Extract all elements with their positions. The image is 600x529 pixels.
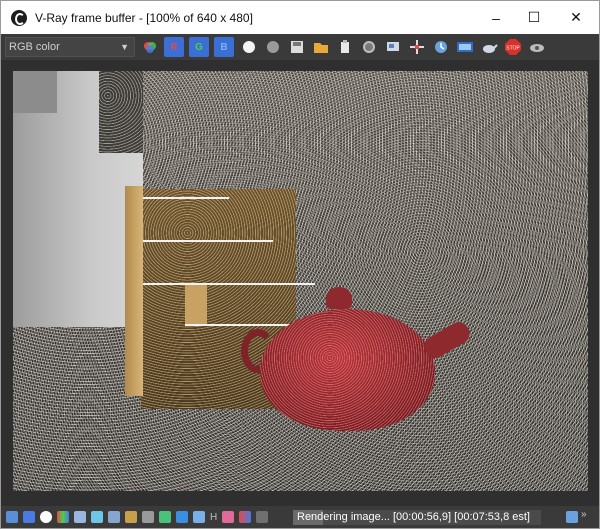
ab-compare-icon[interactable] <box>222 511 235 523</box>
white-circle-icon[interactable] <box>240 38 258 56</box>
color-wheel-icon[interactable] <box>141 38 159 56</box>
color-correction-icon[interactable] <box>57 511 69 523</box>
render-box-front <box>185 285 207 325</box>
gamma-icon[interactable] <box>176 511 188 523</box>
region-icon[interactable] <box>384 38 402 56</box>
render-teapot <box>260 309 435 431</box>
render-line <box>143 240 273 242</box>
render-line <box>143 197 229 199</box>
lut-icon[interactable] <box>159 511 171 523</box>
render-teapot-lid <box>326 287 352 309</box>
curves-icon[interactable] <box>91 511 103 523</box>
teapot-icon[interactable] <box>480 38 498 56</box>
lens-icon[interactable] <box>360 38 378 56</box>
render-wall-cut <box>99 71 143 153</box>
display-icon[interactable] <box>6 511 18 523</box>
chevron-down-icon[interactable]: » <box>581 509 587 520</box>
status-bar: H Rendering image... [00:00:56,9] [00:07… <box>1 506 599 528</box>
render-wall-top <box>13 71 57 113</box>
render-progress-bar: Rendering image... [00:00:56,9] [00:07:5… <box>293 510 541 525</box>
globe-icon[interactable] <box>23 511 35 523</box>
panel-toggle-icon[interactable] <box>566 511 578 523</box>
save-icon[interactable] <box>288 38 306 56</box>
stop-icon[interactable]: STOP <box>504 38 522 56</box>
exposure-icon[interactable] <box>125 511 137 523</box>
history-icon[interactable] <box>432 38 450 56</box>
title-bar: V-Ray frame buffer - [100% of 640 x 480]… <box>1 1 599 34</box>
render-viewport[interactable] <box>13 71 588 491</box>
window-title: V-Ray frame buffer - [100% of 640 x 480] <box>35 10 253 25</box>
clear-icon[interactable] <box>336 38 354 56</box>
vfb-icon[interactable] <box>456 38 474 56</box>
pan-icon[interactable] <box>408 38 426 56</box>
channel-select-value: RGB color <box>9 41 60 53</box>
levels-icon[interactable] <box>74 511 86 523</box>
chevron-down-icon: ▼ <box>120 42 129 52</box>
vray-logo-icon <box>11 9 27 26</box>
toolbar: RGB color ▼ R G B STOP <box>1 34 599 60</box>
blue-channel-button[interactable]: B <box>214 37 234 57</box>
info-icon[interactable] <box>40 511 52 523</box>
close-button[interactable]: ✕ <box>553 1 599 34</box>
lens-effects-icon[interactable] <box>142 511 154 523</box>
render-teapot-spout <box>420 318 474 362</box>
render-line <box>143 283 315 285</box>
status-text: Rendering image... [00:00:56,9] [00:07:5… <box>297 511 530 523</box>
compare-icon[interactable] <box>193 511 205 523</box>
stop-label: STOP <box>506 46 520 52</box>
gray-circle-icon[interactable] <box>264 38 282 56</box>
histogram-icon[interactable] <box>108 511 120 523</box>
channel-select[interactable]: RGB color ▼ <box>5 37 135 57</box>
render-plank <box>125 186 143 396</box>
h-label[interactable]: H <box>210 512 217 523</box>
maximize-button[interactable]: ☐ <box>511 1 557 34</box>
stamp-icon[interactable] <box>256 511 269 523</box>
vfb-window: V-Ray frame buffer - [100% of 640 x 480]… <box>0 0 600 529</box>
red-channel-button[interactable]: R <box>164 37 184 57</box>
settings-icon[interactable] <box>528 38 546 56</box>
green-channel-button[interactable]: G <box>189 37 209 57</box>
ab-split-icon[interactable] <box>239 511 252 523</box>
folder-icon[interactable] <box>312 38 330 56</box>
